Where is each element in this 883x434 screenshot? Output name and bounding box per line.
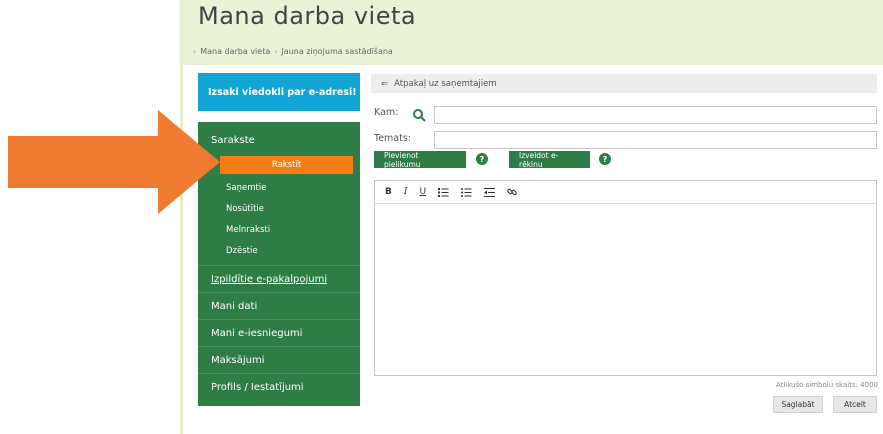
save-button[interactable]: Saglabāt xyxy=(773,396,823,413)
breadcrumb-home-link[interactable]: Mana darba vieta xyxy=(200,47,270,56)
underline-button[interactable]: U xyxy=(419,187,426,197)
sidebar-item-maksajumi[interactable]: Maksājumi xyxy=(198,346,360,373)
cancel-label: Atcelt xyxy=(844,400,866,409)
save-label: Saglabāt xyxy=(781,400,815,409)
breadcrumb-chevron-icon: › xyxy=(193,47,197,56)
bold-button[interactable]: B xyxy=(385,187,392,197)
bulleted-list-icon[interactable] xyxy=(461,187,472,197)
sidebar: Sarakste Rakstīt Saņemtie Nosūtītie Meln… xyxy=(198,122,360,406)
sidebar-item-mani-dati[interactable]: Mani dati xyxy=(198,292,360,319)
back-label: Atpakaļ uz saņemtajiem xyxy=(394,78,497,89)
editor-toolbar: B I U xyxy=(375,181,876,204)
sidebar-subitem-sanemtie[interactable]: Saņemtie xyxy=(226,183,266,193)
feedback-label: Izsaki viedokli par e-adresi! xyxy=(208,86,357,98)
back-arrow-icon: ⇐ xyxy=(381,78,389,89)
italic-button[interactable]: I xyxy=(404,187,408,197)
sidebar-subitem-rakstit[interactable]: Rakstīt xyxy=(220,156,353,174)
to-label: Kam: xyxy=(374,107,399,118)
sidebar-subitem-nosutitie[interactable]: Nosūtītie xyxy=(226,204,264,214)
feedback-banner[interactable]: Izsaki viedokli par e-adresi! xyxy=(198,73,360,111)
breadcrumb-current: Jauna ziņojuma sastādīšana xyxy=(281,47,393,56)
link-icon[interactable] xyxy=(507,187,517,197)
sidebar-item-label: Mani e-iesniegumi xyxy=(211,328,303,339)
create-invoice-button[interactable]: Izveidot e-rēķinu xyxy=(509,150,590,169)
sidebar-subitem-dzestie[interactable]: Dzēstie xyxy=(226,246,258,256)
sidebar-item-label: Mani dati xyxy=(211,301,258,312)
char-counter: Atlikušo simbolu skaits: 4000 xyxy=(775,381,878,389)
subject-label: Temats: xyxy=(374,133,411,144)
message-editor[interactable]: B I U xyxy=(374,180,877,376)
sidebar-item-label: Maksājumi xyxy=(211,355,265,366)
sidebar-item-sarakste[interactable]: Sarakste xyxy=(198,122,360,152)
sidebar-item-label: Izpildītie e-pakalpojumi xyxy=(211,274,328,285)
sidebar-subitem-melnraksti[interactable]: Melnraksti xyxy=(226,225,270,235)
cancel-button[interactable]: Atcelt xyxy=(833,396,877,413)
back-to-inbox-link[interactable]: ⇐ Atpakaļ uz saņemtajiem xyxy=(371,74,877,93)
search-icon[interactable] xyxy=(412,108,426,122)
subject-field[interactable] xyxy=(434,131,877,149)
outdent-icon[interactable] xyxy=(484,187,496,197)
arrow-pointer-icon xyxy=(8,110,220,214)
breadcrumb-chevron-icon: › xyxy=(274,47,278,56)
breadcrumb: › Mana darba vieta › Jauna ziņojuma sast… xyxy=(193,47,393,56)
numbered-list-icon[interactable] xyxy=(438,187,449,197)
help-invoice-icon[interactable]: ? xyxy=(599,153,611,165)
sidebar-subitem-label: Rakstīt xyxy=(271,160,302,170)
attach-file-button[interactable]: Pievienot pielikumu xyxy=(374,150,466,169)
sidebar-item-profils[interactable]: Profils / Iestatījumi xyxy=(198,373,360,400)
help-attach-icon[interactable]: ? xyxy=(476,153,488,165)
page-title: Mana darba vieta xyxy=(198,2,417,30)
create-invoice-label: Izveidot e-rēķinu xyxy=(519,150,559,169)
sidebar-item-label: Profils / Iestatījumi xyxy=(211,382,304,393)
attach-file-label: Pievienot pielikumu xyxy=(384,150,421,169)
sidebar-item-izpilditie[interactable]: Izpildītie e-pakalpojumi xyxy=(198,265,360,292)
sidebar-item-mani-e-iesniegumi[interactable]: Mani e-iesniegumi xyxy=(198,319,360,346)
to-field[interactable] xyxy=(434,106,877,124)
